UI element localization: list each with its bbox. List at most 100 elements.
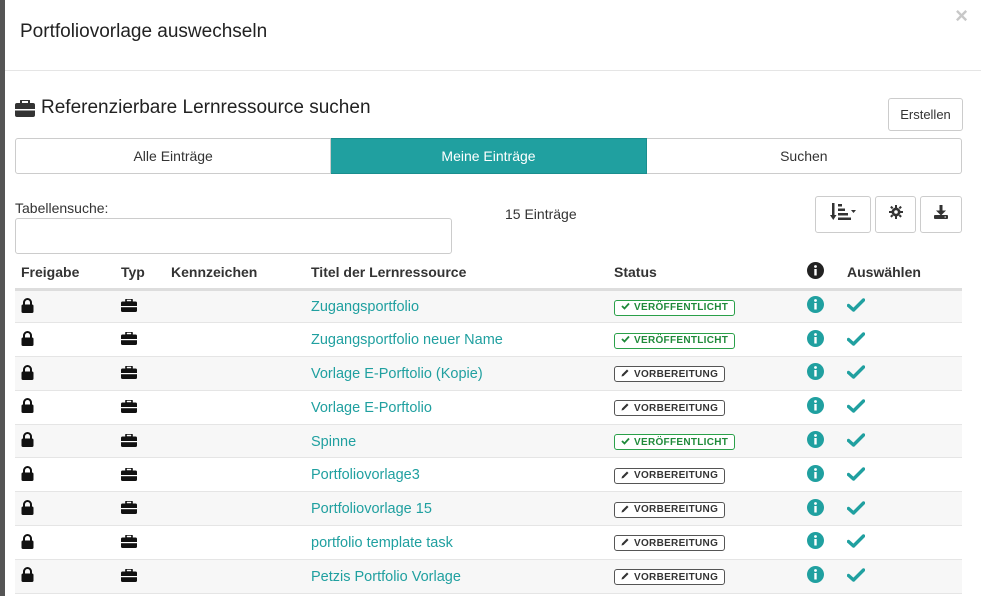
status-badge: VERÖFFENTLICHT <box>614 299 736 316</box>
check-icon[interactable] <box>846 500 866 518</box>
cell-auswaehlen <box>841 559 962 594</box>
info-circle-icon[interactable] <box>807 566 824 586</box>
status-text: VORBEREITUNG <box>634 402 719 414</box>
header-status[interactable]: Status <box>608 256 801 291</box>
gear-icon <box>888 205 903 224</box>
check-icon[interactable] <box>846 433 866 450</box>
cell-auswaehlen <box>841 424 962 459</box>
cell-info <box>801 525 841 560</box>
download-icon <box>934 205 948 224</box>
resource-title-link[interactable]: Portfoliovorlage 15 <box>311 501 432 517</box>
pencil-icon <box>621 470 630 482</box>
settings-button[interactable] <box>875 196 916 233</box>
cell-typ <box>115 322 165 358</box>
info-circle-icon[interactable] <box>807 296 824 316</box>
section-title-text: Referenzierbare Lernressource suchen <box>41 97 371 118</box>
cell-typ <box>115 390 165 425</box>
resource-title-link[interactable]: Zugangsportfolio <box>311 299 419 315</box>
cell-kennzeichen <box>165 289 305 324</box>
lock-icon <box>21 297 34 316</box>
info-circle-icon[interactable] <box>807 431 824 451</box>
resource-title-link[interactable]: Petzis Portfolio Vorlage <box>311 569 461 585</box>
status-badge: VORBEREITUNG <box>614 535 726 552</box>
cell-status: VORBEREITUNG <box>608 491 801 527</box>
header-kennzeichen[interactable]: Kennzeichen <box>165 256 305 291</box>
check-icon[interactable] <box>846 298 866 315</box>
briefcase-icon <box>121 432 137 450</box>
cell-titel: Vorlage E-Porftolio <box>305 390 608 425</box>
table-row: Spinne VERÖFFENTLICHT <box>15 424 962 459</box>
pencil-icon <box>621 571 630 583</box>
tab-meine-eintraege[interactable]: Meine Einträge <box>331 138 647 174</box>
info-circle-icon[interactable] <box>807 329 824 350</box>
cell-titel: Zugangsportfolio neuer Name <box>305 322 608 358</box>
pencil-icon <box>621 368 630 380</box>
info-circle-icon[interactable] <box>807 464 824 485</box>
info-circle-icon[interactable] <box>807 363 824 383</box>
status-badge: VERÖFFENTLICHT <box>614 434 736 451</box>
check-icon[interactable] <box>846 568 866 585</box>
check-icon[interactable] <box>846 534 866 551</box>
cell-status: VERÖFFENTLICHT <box>608 289 801 324</box>
resource-title-link[interactable]: Zugangsportfolio neuer Name <box>311 332 503 348</box>
check-icon[interactable] <box>846 331 866 349</box>
cell-auswaehlen <box>841 457 962 493</box>
cell-info <box>801 390 841 425</box>
status-text: VERÖFFENTLICHT <box>634 302 729 314</box>
cell-kennzeichen <box>165 322 305 358</box>
check-icon <box>621 437 630 448</box>
cell-typ <box>115 491 165 527</box>
cell-freigabe <box>15 525 115 560</box>
resource-title-link[interactable]: Portfoliovorlage3 <box>311 467 420 483</box>
cell-typ <box>115 457 165 493</box>
cell-titel: Petzis Portfolio Vorlage <box>305 559 608 594</box>
header-typ[interactable]: Typ <box>115 256 165 291</box>
cell-freigabe <box>15 289 115 324</box>
cell-freigabe <box>15 424 115 459</box>
header-titel[interactable]: Titel der Lernressource <box>305 256 608 291</box>
cell-status: VORBEREITUNG <box>608 525 801 560</box>
close-icon[interactable]: × <box>955 5 968 27</box>
briefcase-icon <box>121 331 137 348</box>
status-text: VORBEREITUNG <box>634 368 719 380</box>
cell-info <box>801 322 841 358</box>
search-label: Tabellensuche: <box>15 200 109 216</box>
cell-auswaehlen <box>841 525 962 560</box>
cell-titel: Spinne <box>305 424 608 459</box>
resource-title-link[interactable]: Vorlage E-Porftolio (Kopie) <box>311 366 483 382</box>
tab-suchen[interactable]: Suchen <box>646 138 962 174</box>
create-button[interactable]: Erstellen <box>888 98 963 131</box>
check-icon[interactable] <box>846 365 866 382</box>
lock-icon <box>21 533 34 552</box>
cell-freigabe <box>15 390 115 425</box>
lock-icon <box>21 466 34 484</box>
sort-button[interactable] <box>815 196 871 233</box>
cell-titel: portfolio template task <box>305 525 608 560</box>
search-input[interactable] <box>15 218 452 254</box>
tab-alle-eintraege[interactable]: Alle Einträge <box>15 138 332 174</box>
status-badge: VORBEREITUNG <box>614 467 726 484</box>
header-freigabe[interactable]: Freigabe <box>15 256 115 291</box>
info-circle-icon[interactable] <box>807 532 824 552</box>
modal-header: Portfoliovorlage auswechseln × <box>5 0 981 71</box>
cell-typ <box>115 356 165 391</box>
cell-freigabe <box>15 356 115 391</box>
check-icon[interactable] <box>846 467 866 484</box>
status-text: VERÖFFENTLICHT <box>634 335 729 347</box>
download-button[interactable] <box>920 196 962 233</box>
check-icon[interactable] <box>846 399 866 416</box>
resource-title-link[interactable]: Vorlage E-Porftolio <box>311 400 432 416</box>
briefcase-icon <box>15 99 35 117</box>
status-badge: VORBEREITUNG <box>614 501 726 518</box>
resource-title-link[interactable]: Spinne <box>311 434 356 450</box>
info-circle-icon <box>807 261 824 282</box>
cell-typ <box>115 559 165 594</box>
table-header-row: Freigabe Typ Kennzeichen Titel der Lernr… <box>15 256 962 291</box>
info-circle-icon[interactable] <box>807 397 824 417</box>
sort-amount-icon <box>830 203 856 226</box>
resource-title-link[interactable]: portfolio template task <box>311 535 453 551</box>
cell-auswaehlen <box>841 491 962 527</box>
status-badge: VORBEREITUNG <box>614 569 726 586</box>
cell-titel: Vorlage E-Porftolio (Kopie) <box>305 356 608 391</box>
info-circle-icon[interactable] <box>807 498 824 519</box>
